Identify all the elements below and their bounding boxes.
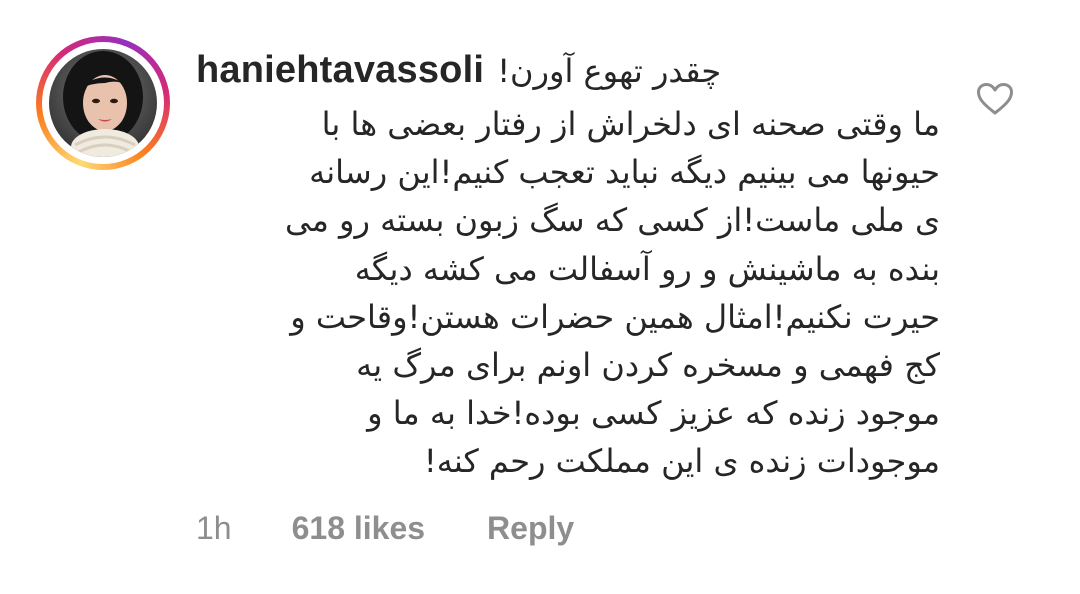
heart-outline-icon xyxy=(977,83,1013,115)
likes-count-link[interactable]: 618 likes xyxy=(292,510,425,547)
timestamp: 1h xyxy=(196,509,232,546)
comment-header: haniehtavassoli چقدر تهوع آورن! xyxy=(196,40,940,100)
comment-line: بنده به ماشینش و رو آسفالت می کشه دیگه xyxy=(354,249,940,288)
comment-first-line: چقدر تهوع آورن! xyxy=(497,52,722,90)
comment: haniehtavassoli چقدر تهوع آورن! ما وقتی … xyxy=(0,0,1080,594)
story-ring[interactable] xyxy=(36,36,170,170)
profile-photo-icon xyxy=(63,51,143,157)
comment-line: ی ملی ماست!از کسی که سگ زبون بسته رو می xyxy=(285,201,940,240)
comment-line: موجودات زنده ی این مملکت رحم کنه! xyxy=(423,442,940,481)
comment-meta: 1h 618 likes Reply xyxy=(196,506,574,550)
comment-line: موجود زنده که عزیز کسی بوده!خدا به ما و xyxy=(367,394,940,433)
comment-body: ما وقتی صحنه ای دلخراش از رفتار بعضی ها … xyxy=(196,100,940,486)
avatar[interactable] xyxy=(49,49,157,157)
username-link[interactable]: haniehtavassoli xyxy=(196,49,484,91)
like-button[interactable] xyxy=(976,82,1014,116)
comment-text-block: haniehtavassoli چقدر تهوع آورن! ما وقتی … xyxy=(196,40,940,486)
comment-line: کج فهمی و مسخره کردن اونم برای مرگ یه xyxy=(356,345,940,384)
comment-line: ما وقتی صحنه ای دلخراش از رفتار بعضی ها … xyxy=(321,105,940,143)
reply-button[interactable]: Reply xyxy=(487,510,574,547)
comment-line: حیرت نکنیم!امثال همین حضرات هستن!وقاحت و xyxy=(290,297,940,336)
comment-line: حیونها می بینیم دیگه نباید تعجب کنیم!این… xyxy=(309,153,940,192)
